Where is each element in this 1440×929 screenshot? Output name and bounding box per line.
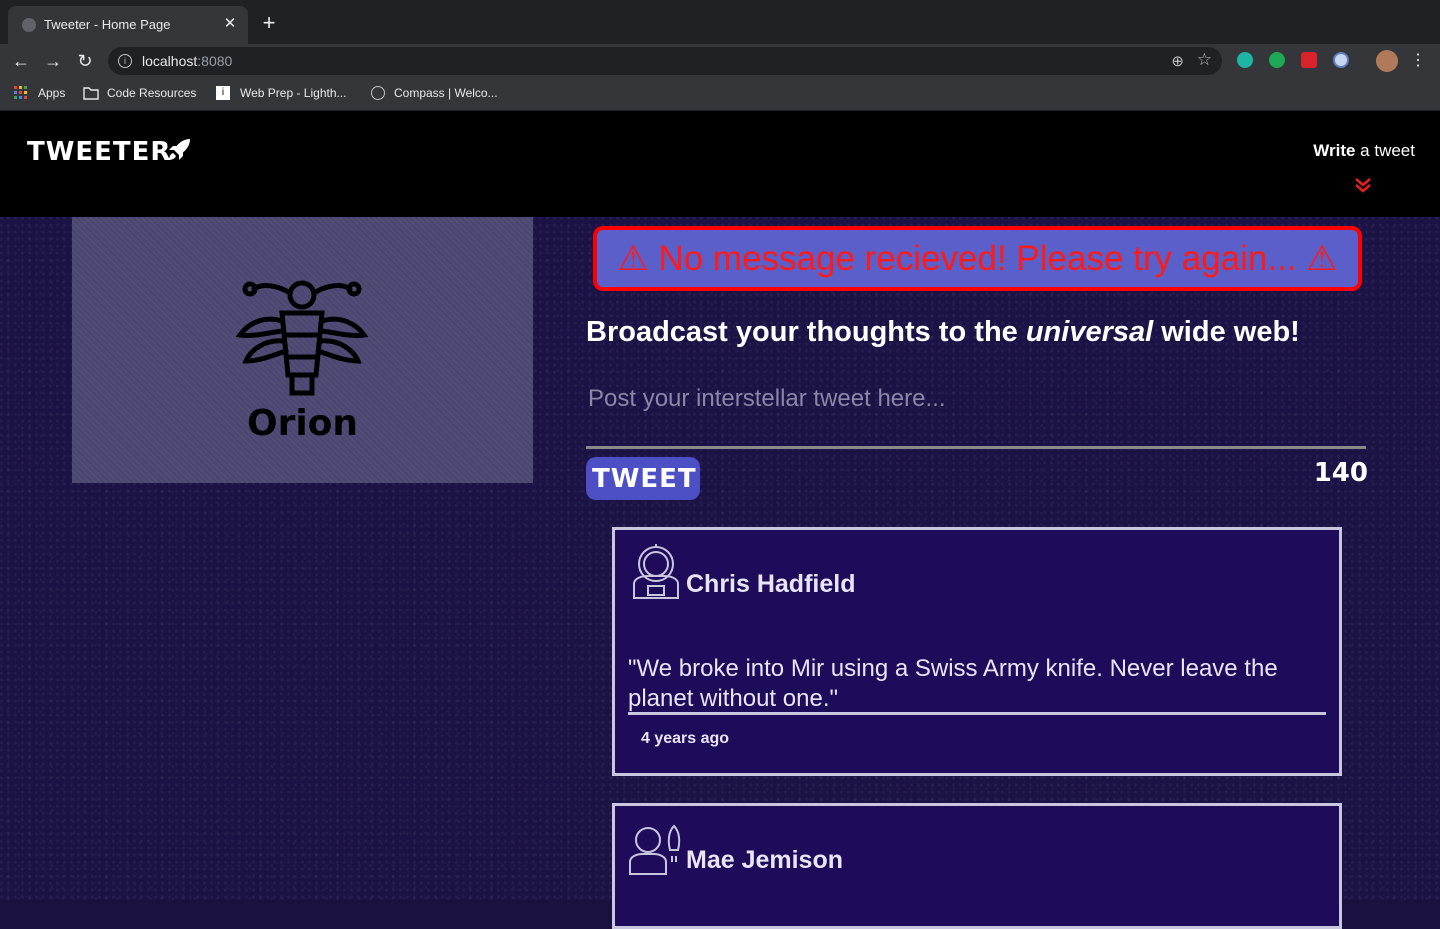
double-chevron-down-icon[interactable]	[1354, 177, 1372, 193]
back-icon[interactable]: ←	[10, 50, 32, 72]
rocket-icon	[169, 139, 190, 160]
tweet-author: Chris Hadfield	[686, 570, 856, 598]
bookmark-compass[interactable]: Compass | Welco...	[394, 86, 498, 100]
globe-icon	[22, 18, 36, 32]
tweet-card: Chris Hadfield "We broke into Mir using …	[612, 527, 1342, 776]
astronaut-avatar-icon	[633, 544, 679, 599]
extension-video-icon[interactable]	[1301, 52, 1317, 68]
tweet-text: "We broke into Mir using a Swiss Army kn…	[628, 655, 1278, 712]
orion-alien-icon	[235, 280, 369, 396]
bookmark-star-icon[interactable]: ☆	[1197, 50, 1212, 70]
extension-circle-icon[interactable]	[1333, 52, 1349, 68]
browser-tab-bar: Tweeter - Home Page ✕ +	[0, 0, 1440, 44]
profile-avatar[interactable]	[1376, 50, 1398, 72]
write-tweet-link[interactable]: Write a tweet	[1313, 141, 1415, 161]
folder-icon	[83, 87, 99, 100]
profile-name: Orion	[246, 403, 359, 444]
compass-icon	[371, 86, 385, 100]
tab-title: Tweeter - Home Page	[44, 17, 171, 32]
url-text: localhost:8080	[142, 53, 233, 69]
brand-logo[interactable]: TWEETER	[27, 137, 171, 167]
profile-card: Orion	[72, 217, 533, 483]
bookmark-web-prep[interactable]: Web Prep - Lighth...	[240, 86, 347, 100]
bookmark-code-resources[interactable]: Code Resources	[107, 86, 196, 100]
tweet-button[interactable]: TWEET	[586, 457, 700, 500]
tweet-author: Mae Jemison	[686, 846, 844, 874]
lighthouse-icon: i	[216, 86, 230, 100]
info-icon[interactable]: i	[118, 54, 132, 68]
zoom-icon[interactable]: ⊕	[1171, 52, 1184, 70]
extension-m-icon[interactable]	[1237, 52, 1253, 68]
new-tab-button[interactable]: +	[258, 12, 280, 34]
bookmark-apps[interactable]: Apps	[38, 86, 65, 100]
tweet-card: Mae Jemison	[612, 803, 1342, 929]
composer-headline: Broadcast your thoughts to the universal…	[586, 316, 1300, 348]
astronaut-rocket-avatar-icon	[629, 824, 681, 875]
site-navbar: TWEETER Write a tweet	[0, 111, 1440, 217]
error-message: ⚠ No message recieved! Please try again.…	[593, 226, 1362, 291]
forward-icon[interactable]: →	[42, 50, 64, 72]
browser-toolbar: ← → ↻ i localhost:8080 ⊕ ☆ ⋮	[0, 44, 1440, 78]
character-counter: 140	[1313, 458, 1368, 488]
tweet-divider	[628, 712, 1326, 715]
address-bar[interactable]: i localhost:8080 ⊕ ☆	[108, 47, 1222, 75]
tweet-textarea[interactable]	[586, 381, 1366, 449]
reload-icon[interactable]: ↻	[74, 50, 96, 72]
apps-grid-icon	[14, 86, 27, 99]
menu-icon[interactable]: ⋮	[1410, 50, 1426, 70]
tweet-timestamp: 4 years ago	[641, 730, 730, 747]
page: TWEETER Write a tweet Orion ⚠ No message…	[0, 111, 1440, 929]
browser-tab[interactable]: Tweeter - Home Page ✕	[8, 6, 248, 44]
tab-close-icon[interactable]: ✕	[220, 14, 240, 34]
extension-leaf-icon[interactable]	[1269, 52, 1285, 68]
bookmarks-bar: Apps Code Resources i Web Prep - Lighth.…	[0, 78, 1440, 111]
